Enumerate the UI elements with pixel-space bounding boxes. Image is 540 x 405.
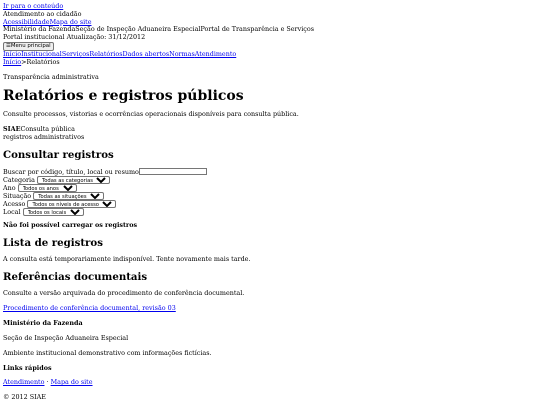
breadcrumb-home[interactable]: Início [3, 58, 21, 66]
location-label: Local [3, 208, 21, 217]
nav-dados-abertos[interactable]: Dados abertos [122, 50, 169, 58]
portal-label: Portal institucional [3, 33, 65, 42]
page: Ir para o conteúdo Atendimento ao cidadã… [0, 0, 540, 402]
meta-registros: registros administrativos [3, 132, 85, 141]
accessibility-link[interactable]: Acessibilidade [3, 18, 50, 26]
access-select[interactable]: Todos os níveis de acesso [27, 200, 117, 209]
intro-text: Consulte processos, vistorias e ocorrênc… [3, 110, 299, 119]
nav-relatorios[interactable]: Relatórios [89, 50, 122, 58]
nav-atendimento[interactable]: Atendimento [195, 50, 236, 58]
last-updated: Atualização: 31/12/2012 [66, 33, 146, 42]
year-field: Ano Todos os anos [3, 184, 537, 193]
access-label: Acesso [3, 200, 26, 209]
agency-portal: Portal de Transparência e Serviços [200, 25, 314, 34]
breadcrumb: Início>Relatórios [3, 57, 537, 67]
category-field: Categoria Todas as categorias [3, 176, 537, 185]
quick-links: Atendimento · Mapa do site [3, 378, 537, 387]
records-heading: Lista de registros [3, 237, 103, 250]
query-label: Buscar por código, título, local ou resu… [3, 167, 139, 176]
nav-institucional[interactable]: Institucional [21, 50, 62, 58]
location-select[interactable]: Todos os locais [22, 208, 84, 217]
breadcrumb-current: Relatórios [26, 57, 60, 66]
category-label: Categoria [3, 176, 35, 185]
main-content: Transparência administrativa Relatórios … [3, 72, 537, 313]
skip-to-content-link[interactable]: Ir para o conteúdo [3, 2, 537, 11]
status-select[interactable]: Todas as situações [33, 192, 105, 201]
status-field: Situação Todas as situações [3, 192, 537, 201]
year-label: Ano [3, 184, 16, 193]
agency-section: Seção de Inspeção Aduaneira Especial [75, 25, 201, 34]
eyebrow: Transparência administrativa [3, 72, 99, 81]
procedure-document-link[interactable]: Procedimento de conferência documental, … [3, 304, 176, 312]
search-form: Buscar por código, título, local ou resu… [3, 168, 537, 217]
footer-org: Ministério da Fazenda [3, 319, 83, 328]
portal-info: Portal institucional Atualização: 31/12/… [3, 33, 537, 42]
agency-ministry: Ministério da Fazenda [3, 25, 76, 34]
status-label: Situação [3, 192, 32, 201]
category-select[interactable]: Todas as categorias [36, 176, 110, 185]
main-nav: InícioInstitucionalServiçosRelatóriosDad… [3, 50, 537, 59]
meta-block: SIAEConsulta pública registros administr… [3, 125, 537, 142]
sitemap-link[interactable]: Mapa do site [50, 18, 92, 26]
quick-link-sitemap[interactable]: Mapa do site [51, 378, 93, 386]
nav-servicos[interactable]: Serviços [62, 50, 90, 58]
quick-link-atendimento[interactable]: Atendimento [3, 378, 44, 386]
meta-acronym: SIAE [3, 125, 21, 134]
location-field: Local Todos os locais [3, 208, 537, 217]
search-heading: Consultar registros [3, 148, 114, 161]
query-field: Buscar por código, título, local ou resu… [3, 168, 537, 176]
references-text: Consulte a versão arquivada do procedime… [3, 289, 245, 298]
nav-normas[interactable]: Normas [169, 50, 195, 58]
meta-consulta: Consulta pública [20, 125, 75, 134]
access-field: Acesso Todos os níveis de acesso [3, 200, 537, 209]
footer-note: Ambiente institucional demonstrativo com… [3, 348, 212, 357]
footer-section: Seção de Inspeção Aduaneira Especial [3, 333, 129, 342]
page-title: Relatórios e registros públicos [3, 87, 244, 104]
quick-links-title: Links rápidos [3, 363, 52, 372]
references-heading: Referências documentais [3, 271, 148, 284]
nav-inicio[interactable]: Início [3, 50, 21, 58]
records-status-message: A consulta está temporariamente indispon… [3, 255, 251, 264]
search-input[interactable] [138, 168, 207, 176]
year-select[interactable]: Todos os anos [17, 184, 77, 193]
load-error-message: Não foi possível carregar os registros [3, 221, 138, 230]
copyright: © 2012 SIAE [3, 393, 46, 402]
site-footer: Ministério da Fazenda Seção de Inspeção … [3, 319, 537, 402]
